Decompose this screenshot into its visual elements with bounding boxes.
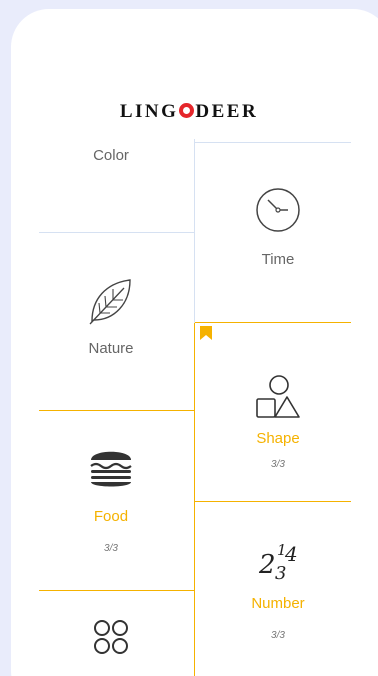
- category-label: Time: [261, 251, 295, 268]
- logo-text-left: LING: [119, 101, 179, 122]
- category-partial[interactable]: [51, 617, 171, 657]
- divider-left-2: [39, 410, 194, 411]
- burger-icon: [88, 444, 134, 488]
- lingodeer-logo: LING DEER: [11, 101, 367, 123]
- divider-left-1: [39, 232, 194, 233]
- shapes-icon: [254, 373, 302, 419]
- divider-right-1: [195, 142, 351, 143]
- column-divider-top: [194, 139, 195, 323]
- category-label: Shape: [256, 430, 300, 447]
- divider-right-3: [195, 501, 351, 502]
- circles-icon: [91, 617, 131, 657]
- category-time[interactable]: Time: [221, 184, 335, 268]
- column-divider-bottom: [194, 323, 195, 676]
- category-shape[interactable]: Shape 3/3: [221, 373, 335, 470]
- logo-mark-icon: [179, 103, 195, 118]
- divider-left-3: [39, 590, 194, 591]
- leaf-icon: [86, 274, 136, 326]
- category-color[interactable]: Color: [51, 147, 171, 164]
- progress-text: 3/3: [104, 543, 118, 554]
- svg-text:2: 2: [258, 550, 276, 580]
- bookmark-icon: [200, 326, 212, 340]
- clock-icon: [252, 184, 304, 236]
- category-number[interactable]: 2 1 4 3 Number 3/3: [221, 539, 335, 641]
- divider-right-2: [195, 322, 351, 323]
- category-food[interactable]: Food 3/3: [51, 444, 171, 554]
- category-label: Nature: [88, 340, 134, 357]
- category-label: Number: [251, 595, 305, 612]
- phone-screen: LING DEER Color Time Nature Shape 3/3 Fo…: [11, 9, 378, 676]
- numbers-icon: 2 1 4 3: [255, 539, 301, 581]
- category-label: Food: [93, 508, 129, 525]
- category-nature[interactable]: Nature: [51, 274, 171, 357]
- svg-text:3: 3: [275, 563, 286, 581]
- progress-text: 3/3: [271, 459, 285, 470]
- progress-text: 3/3: [271, 630, 285, 641]
- category-label: Color: [93, 147, 129, 164]
- logo-text-right: DEER: [195, 101, 259, 122]
